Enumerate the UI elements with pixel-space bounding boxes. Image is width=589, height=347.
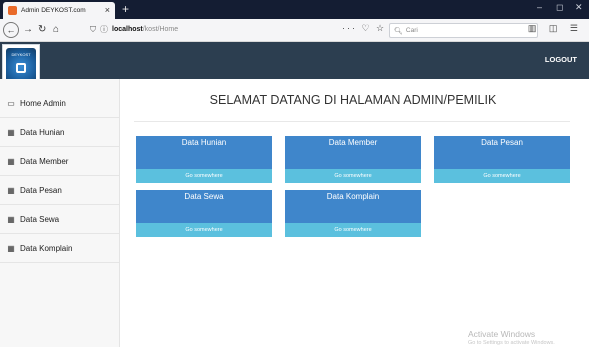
minimize-icon[interactable]: – <box>537 2 542 12</box>
close-window-icon[interactable]: ✕ <box>575 2 583 13</box>
search-placeholder: Cari <box>405 27 418 34</box>
search-icon: 🔍︎ <box>394 27 403 35</box>
card-header: Data Member <box>285 136 421 169</box>
go-somewhere-link[interactable]: Go somewhere <box>285 169 421 183</box>
sidebar-item-data-hunian[interactable]: ▦ Data Hunian <box>0 118 119 147</box>
shield-icon: ⛉ <box>90 24 96 34</box>
new-tab-button[interactable]: + <box>122 1 129 17</box>
card-header: Data Pesan <box>434 136 570 169</box>
sidebar-item-label: Data Pesan <box>20 185 62 195</box>
card-data-hunian: Data Hunian Go somewhere <box>136 136 272 183</box>
url-text: localhost/kost/Home <box>112 26 178 33</box>
home-icon[interactable]: ⌂ <box>53 23 59 37</box>
table-icon: ▦ <box>7 156 15 166</box>
search-input[interactable]: 🔍︎ Cari <box>389 23 538 38</box>
sidebar-item-label: Home Admin <box>20 98 66 108</box>
sidebar-item-label: Data Komplain <box>20 243 73 253</box>
maximize-icon[interactable]: ◻ <box>556 2 563 13</box>
card-title: Data Pesan <box>481 138 523 147</box>
card-title: Data Member <box>328 138 378 147</box>
card-title: Data Hunian <box>181 138 227 147</box>
card-data-komplain: Data Komplain Go somewhere <box>285 190 421 237</box>
close-tab-icon[interactable]: × <box>105 6 110 15</box>
forward-arrow-icon[interactable]: → <box>23 23 33 37</box>
browser-tab-bar: Admin DEYKOST.com × + – ◻ ✕ <box>0 0 589 19</box>
activation-watermark: Activate Windows <box>468 329 536 339</box>
card-header: Data Sewa <box>136 190 272 223</box>
url-host: localhost <box>112 26 143 33</box>
logout-button[interactable]: LOGOUT <box>545 55 577 64</box>
reload-icon[interactable]: ↻ <box>38 23 46 37</box>
divider <box>134 121 570 122</box>
table-icon: ▦ <box>7 185 15 195</box>
table-icon: ▦ <box>7 127 15 137</box>
go-somewhere-link[interactable]: Go somewhere <box>136 169 272 183</box>
activation-watermark-hint: Go to Settings to activate Windows. <box>468 340 555 346</box>
card-header: Data Hunian <box>136 136 272 169</box>
sidebar-item-label: Data Sewa <box>20 214 60 224</box>
go-somewhere-link[interactable]: Go somewhere <box>434 169 570 183</box>
favicon-icon <box>8 6 17 15</box>
table-icon: ▦ <box>7 214 15 224</box>
logo-text: DEYKOST <box>11 52 31 57</box>
go-somewhere-link[interactable]: Go somewhere <box>285 223 421 237</box>
sidebar-item-data-pesan[interactable]: ▦ Data Pesan <box>0 176 119 205</box>
logo-image: DEYKOST <box>6 48 36 82</box>
go-somewhere-link[interactable]: Go somewhere <box>136 223 272 237</box>
house-icon <box>16 63 26 73</box>
monitor-icon: ▭ <box>7 98 15 108</box>
sidebar-item-data-member[interactable]: ▦ Data Member <box>0 147 119 176</box>
sidebar-item-data-sewa[interactable]: ▦ Data Sewa <box>0 205 119 234</box>
card-data-sewa: Data Sewa Go somewhere <box>136 190 272 237</box>
page-actions-icons[interactable]: ··· ♡ ☆ <box>342 23 386 34</box>
sidebar-item-label: Data Member <box>20 156 69 166</box>
card-title: Data Komplain <box>326 192 380 201</box>
page-title: SELAMAT DATANG DI HALAMAN ADMIN/PEMILIK <box>209 93 497 107</box>
card-header: Data Komplain <box>285 190 421 223</box>
table-icon: ▦ <box>7 243 15 253</box>
tab-title: Admin DEYKOST.com <box>21 7 86 14</box>
toolbar-icons[interactable]: ▥ ◫ ☰ <box>528 23 583 34</box>
browser-tab[interactable]: Admin DEYKOST.com × <box>3 2 115 19</box>
sidebar: ▭ Home Admin ▦ Data Hunian ▦ Data Member… <box>0 79 120 347</box>
app-header <box>0 42 589 79</box>
sidebar-item-label: Data Hunian <box>20 127 65 137</box>
browser-nav-bar: ← → ↻ ⌂ ⛉ ⓘ localhost/kost/Home ··· ♡ ☆ … <box>0 19 589 42</box>
card-data-member: Data Member Go somewhere <box>285 136 421 183</box>
url-path: /kost/Home <box>142 26 179 33</box>
card-title: Data Sewa <box>184 192 224 201</box>
info-icon[interactable]: ⓘ <box>100 24 108 35</box>
sidebar-item-home-admin[interactable]: ▭ Home Admin <box>0 89 119 118</box>
card-data-pesan: Data Pesan Go somewhere <box>434 136 570 183</box>
back-arrow-icon[interactable]: ← <box>3 22 19 38</box>
sidebar-item-data-komplain[interactable]: ▦ Data Komplain <box>0 234 119 263</box>
